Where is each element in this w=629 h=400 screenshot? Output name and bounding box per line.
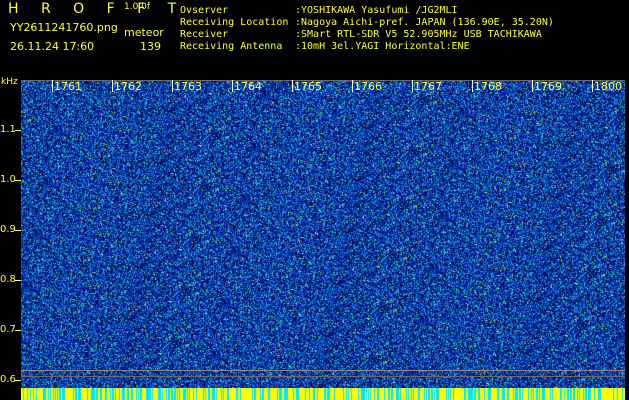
- info-antenna-key: Receiving Antenna: [180, 41, 283, 52]
- reference-line: [21, 370, 625, 371]
- minute-label-1764: 1764: [232, 80, 262, 93]
- minute-label-1762: 1762: [112, 80, 142, 93]
- minute-label-1763: 1763: [172, 80, 202, 93]
- meteor-count: 139: [140, 40, 161, 53]
- spectrogram-window: H R O F F T 1.0.0f YY2611241760.png mete…: [0, 0, 629, 400]
- y-axis-unit: kHz: [1, 77, 18, 87]
- info-receiver-value: :SMart RTL-SDR V5 52.905MHz USB TACHIKAW…: [295, 29, 542, 40]
- info-location: Receiving Location :Nagoya Aichi-pref. JA…: [180, 18, 554, 28]
- info-observer-key: Ovserver: [180, 5, 229, 16]
- info-antenna: Receiving Antenna :10mH 3el.YAGI Horizont…: [180, 42, 470, 52]
- info-location-key: Receiving Location: [180, 17, 289, 28]
- file-name: YY2611241760.png: [10, 21, 118, 34]
- info-receiver: Receiver :SMart RTL-SDR V5 52.905MHz USB …: [180, 30, 542, 40]
- y-tick-mark: [15, 330, 21, 331]
- minute-label-1767: 1767: [412, 80, 442, 93]
- minute-label-1800: 1800: [592, 80, 622, 93]
- minute-label-1768: 1768: [472, 80, 502, 93]
- observation-datetime: 26.11.24 17:60: [10, 40, 95, 53]
- reference-line: [21, 376, 625, 377]
- y-tick-mark: [15, 280, 21, 281]
- info-observer: Ovserver :YOSHIKAWA Yasufumi /JG2MLI: [180, 6, 458, 16]
- info-observer-value: :YOSHIKAWA Yasufumi /JG2MLI: [295, 5, 458, 16]
- y-tick-mark: [15, 230, 21, 231]
- info-receiver-key: Receiver: [180, 29, 229, 40]
- minute-label-1761: 1761: [52, 80, 82, 93]
- spectrogram-noise: [21, 81, 625, 389]
- y-tick-mark: [15, 130, 21, 131]
- minute-label-1769: 1769: [532, 80, 562, 93]
- observation-kind: meteor: [124, 26, 164, 39]
- signal-strip: [21, 388, 625, 400]
- y-tick-mark: [15, 380, 21, 381]
- minute-label-1765: 1765: [292, 80, 322, 93]
- info-antenna-value: :10mH 3el.YAGI Horizontal:ENE: [295, 41, 470, 52]
- app-brand: H R O F F T: [8, 1, 186, 17]
- y-tick-mark: [15, 180, 21, 181]
- info-location-value: :Nagoya Aichi-pref. JAPAN (136.90E, 35.2…: [295, 17, 554, 28]
- app-version: 1.0.0f: [124, 2, 151, 12]
- minute-label-1766: 1766: [352, 80, 382, 93]
- spectrogram-plot[interactable]: [21, 80, 625, 389]
